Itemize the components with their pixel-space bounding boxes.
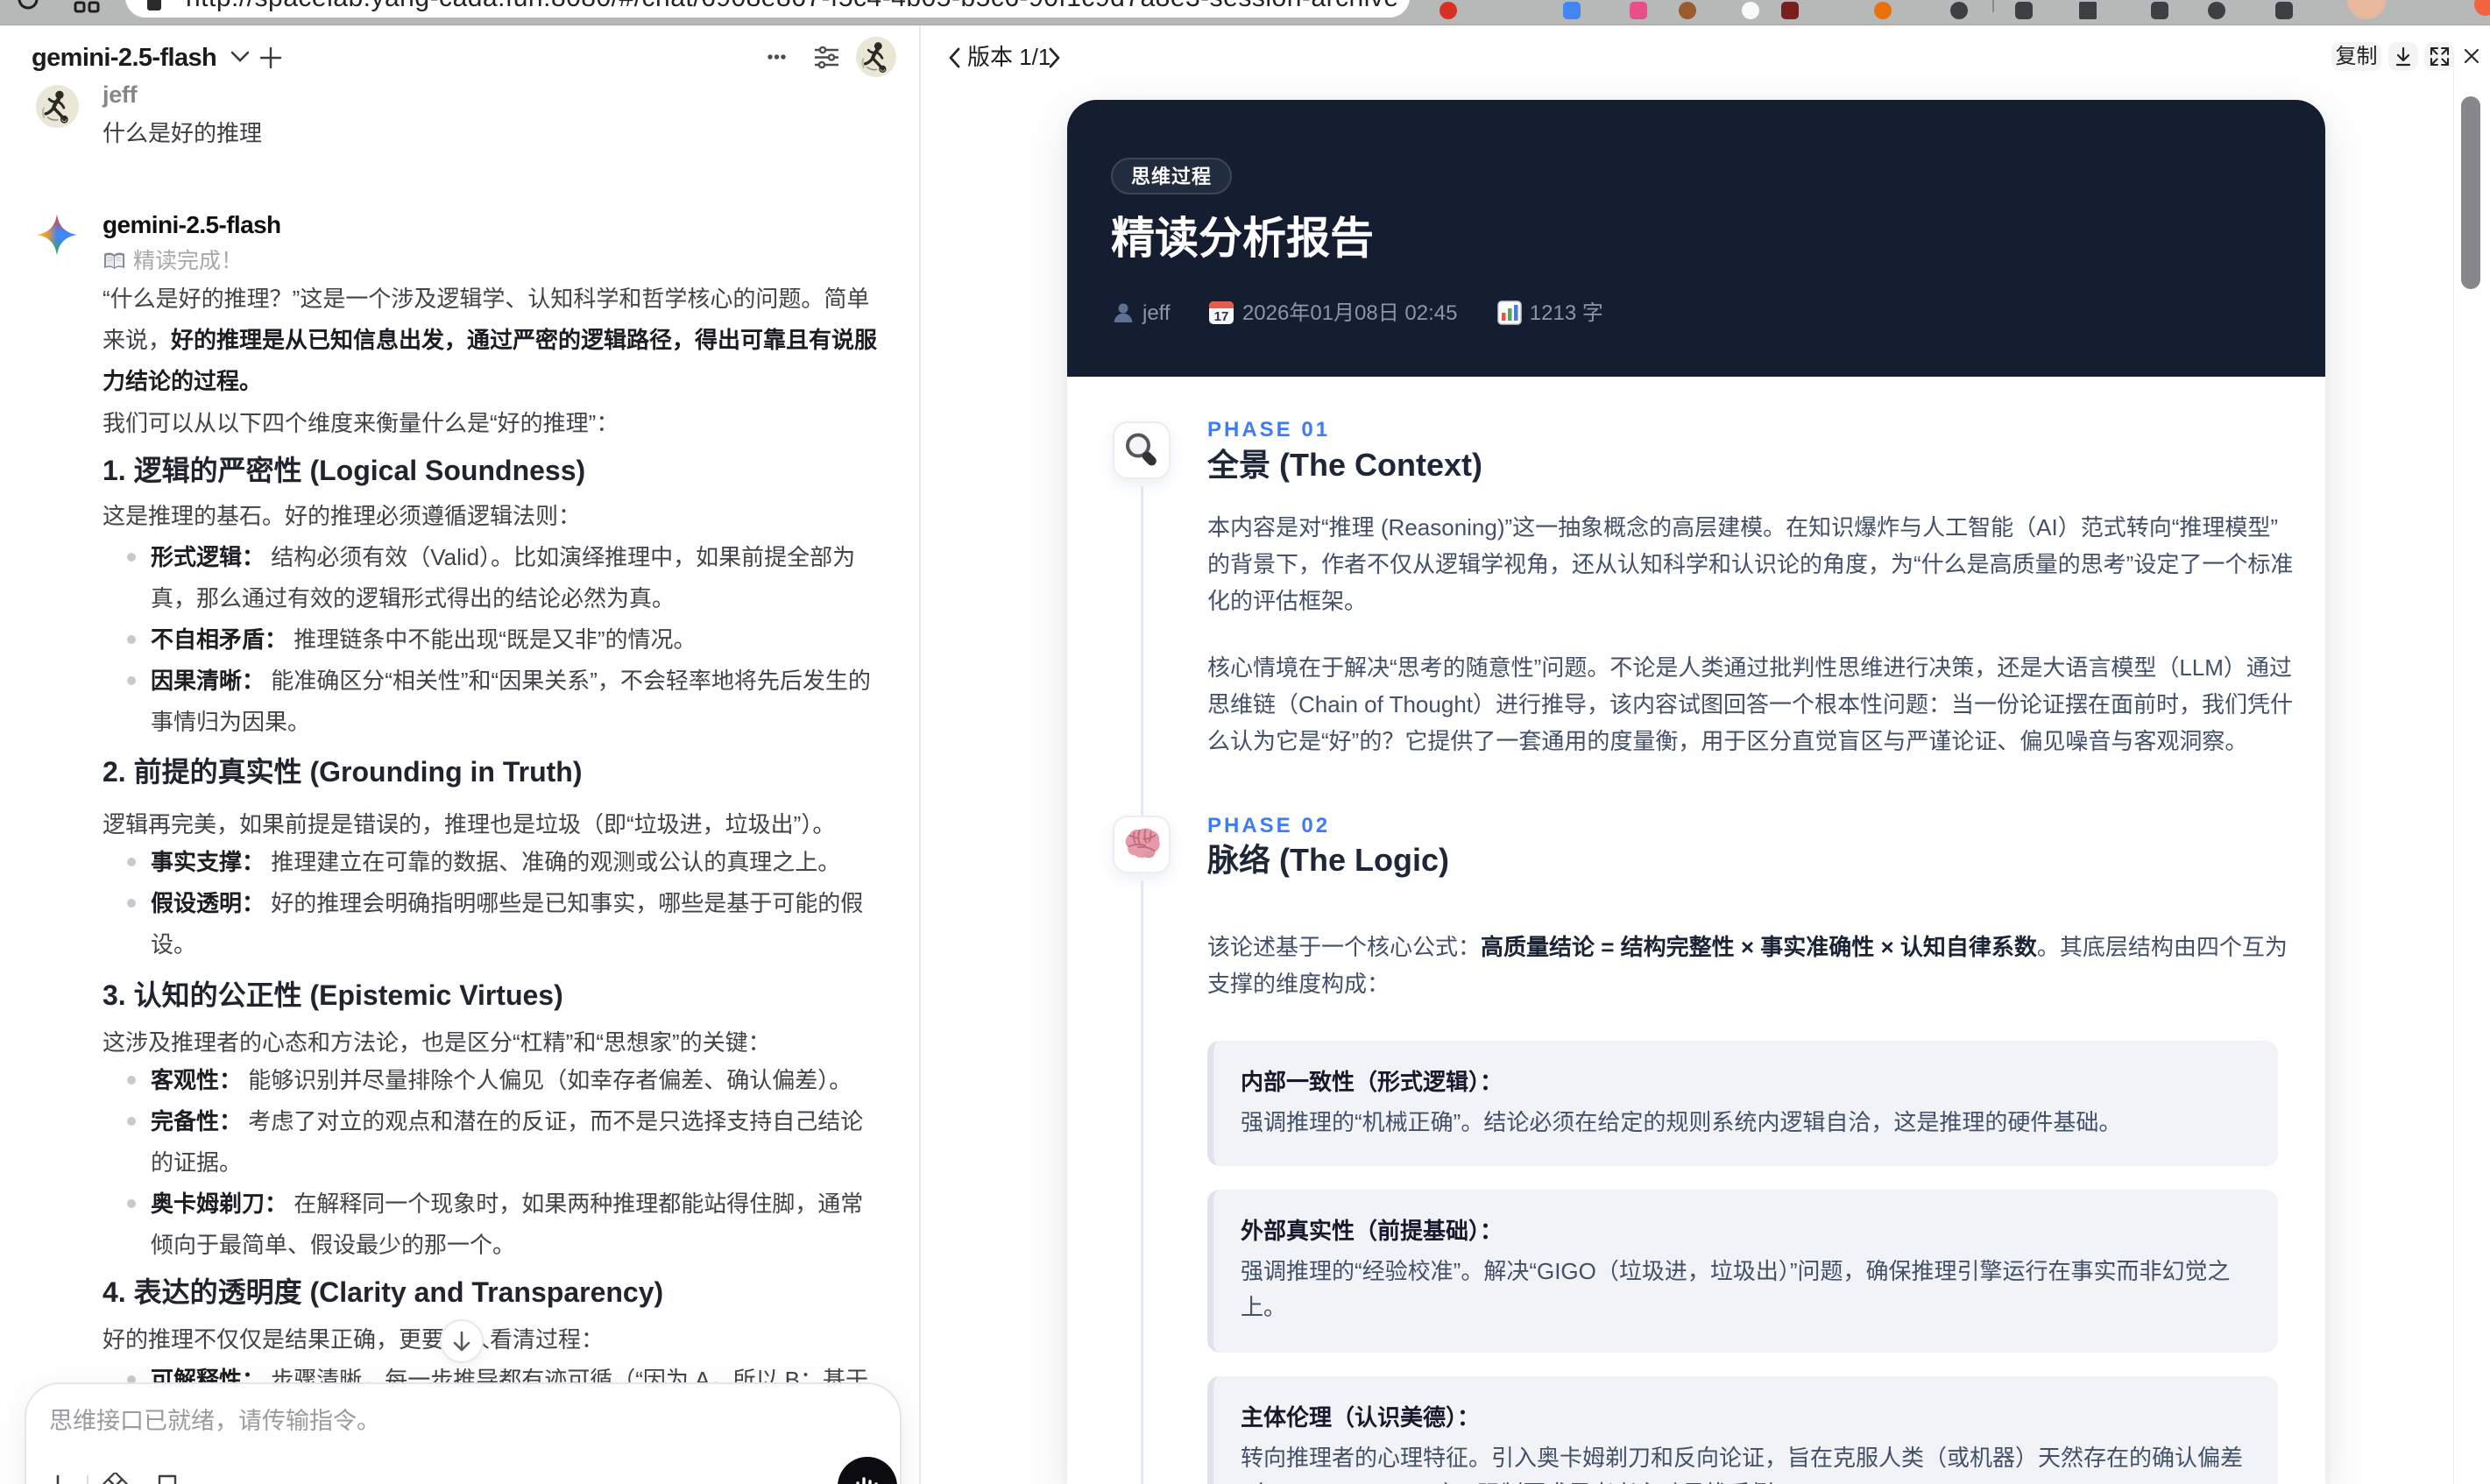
svg-text:17: 17 <box>1214 309 1229 324</box>
